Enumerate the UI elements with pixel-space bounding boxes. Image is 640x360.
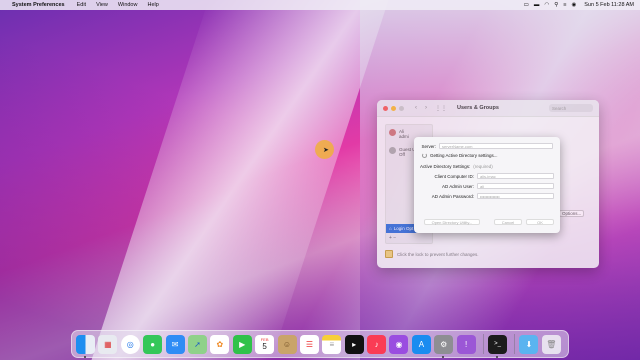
admin-password-row: AD Admin Password: •••••••••••••• — [420, 193, 554, 199]
app-menu[interactable]: System Preferences — [12, 2, 65, 8]
server-input[interactable]: serverName.com — [439, 143, 553, 149]
admin-password-input[interactable]: •••••••••••••• — [477, 193, 554, 199]
menu-view[interactable]: View — [96, 2, 108, 8]
siri-icon[interactable]: ◉ — [571, 2, 576, 8]
screen-mirror-icon[interactable]: ▭ — [524, 2, 529, 8]
search-field[interactable]: Search — [549, 104, 593, 112]
maps-icon[interactable]: ➚ — [187, 334, 207, 354]
client-id-row: Client Computer ID: alis-imac — [420, 173, 554, 179]
dock-separator — [483, 334, 485, 354]
zoom-button[interactable] — [399, 105, 404, 111]
mail-icon[interactable]: ✉ — [165, 334, 185, 354]
menu-edit[interactable]: Edit — [77, 2, 86, 8]
mouse-pointer-icon: ➤ — [323, 147, 329, 154]
window-title: Users & Groups — [457, 105, 499, 111]
terminal-icon[interactable]: >_ — [488, 334, 508, 358]
avatar — [389, 129, 396, 136]
window-toolbar: ‹ › ⋮⋮ Users & Groups Search — [377, 100, 599, 117]
contacts-icon[interactable]: ☺ — [277, 334, 297, 354]
add-remove-buttons[interactable]: + − — [389, 235, 396, 241]
podcasts-icon[interactable]: ◉ — [389, 334, 409, 354]
menu-window[interactable]: Window — [118, 2, 138, 8]
lock-row: Click the lock to prevent further change… — [385, 250, 479, 258]
messages-icon[interactable]: ● — [143, 334, 163, 354]
notes-icon[interactable]: ≡ — [322, 334, 342, 354]
ad-settings-label: Active Directory Settings: — [420, 164, 471, 169]
menu-help[interactable]: Help — [147, 2, 158, 8]
wifi-icon[interactable]: ◠ — [544, 2, 549, 8]
active-directory-sheet: Server: serverName.com Getting Active Di… — [414, 137, 560, 233]
admin-user-input[interactable]: ali — [477, 183, 554, 189]
safari-icon[interactable]: ◎ — [120, 334, 140, 354]
lock-text: Click the lock to prevent further change… — [397, 251, 479, 257]
back-icon[interactable]: ‹ — [415, 105, 417, 111]
admin-password-label: AD Admin Password: — [431, 193, 474, 199]
client-id-label: Client Computer ID: — [434, 173, 474, 179]
system-preferences-icon[interactable]: ⚙ — [434, 334, 454, 358]
battery-icon[interactable]: ▬ — [534, 2, 540, 8]
lock-icon[interactable] — [385, 250, 393, 258]
grid-icon[interactable]: ⋮⋮ — [435, 105, 447, 112]
control-center-icon[interactable]: ≡ — [563, 2, 566, 8]
search-icon[interactable]: ⚲ — [554, 2, 558, 8]
server-row: Server: serverName.com — [420, 143, 553, 149]
dock: ▦ ◎ ● ✉ ➚ ✿ ▶ FEB 5 ☺ ☰ ≡ ▸ ♪ ◉ A ⚙ ! >_… — [71, 330, 569, 358]
options-button[interactable]: Options... — [559, 210, 585, 217]
app-store-icon[interactable]: A — [411, 334, 431, 354]
status-text: Getting Active Directory settings... — [430, 153, 498, 158]
dock-separator — [514, 334, 516, 354]
music-icon[interactable]: ♪ — [367, 334, 387, 354]
forward-icon[interactable]: › — [425, 105, 427, 111]
clock[interactable]: Sun 5 Feb 11:28 AM — [584, 2, 634, 8]
open-directory-utility-button[interactable]: Open Directory Utility... — [424, 219, 480, 225]
ad-settings-value: (required) — [473, 164, 493, 169]
finder-icon[interactable] — [76, 334, 95, 358]
feedback-assistant-icon[interactable]: ! — [456, 334, 476, 354]
server-label: Server: — [421, 143, 436, 149]
admin-user-label: AD Admin User: — [441, 183, 474, 189]
menu-bar: System Preferences Edit View Window Help… — [0, 0, 640, 10]
facetime-icon[interactable]: ▶ — [232, 334, 252, 354]
minimize-button[interactable] — [391, 105, 396, 111]
calendar-icon[interactable]: FEB 5 — [255, 334, 275, 354]
ok-button[interactable]: OK — [526, 219, 554, 225]
close-button[interactable] — [383, 105, 388, 111]
launchpad-icon[interactable]: ▦ — [98, 334, 118, 354]
trash-icon[interactable]: 🗑 — [541, 334, 561, 354]
progress-spinner-icon — [422, 153, 427, 158]
admin-user-row: AD Admin User: ali — [420, 183, 554, 189]
downloads-folder-icon[interactable]: ⬇ — [519, 334, 539, 354]
user-label: Ali admi — [399, 129, 409, 139]
client-id-input[interactable]: alis-imac — [477, 173, 554, 179]
cancel-button[interactable]: Cancel — [494, 219, 522, 225]
photos-icon[interactable]: ✿ — [210, 334, 230, 354]
reminders-icon[interactable]: ☰ — [299, 334, 319, 354]
calendar-day: 5 — [262, 342, 267, 351]
tv-icon[interactable]: ▸ — [344, 334, 364, 354]
traffic-lights — [383, 105, 407, 111]
ad-settings-row: Active Directory Settings: (required) — [420, 164, 493, 169]
house-icon: ⌂ — [389, 226, 392, 231]
status-row: Getting Active Directory settings... — [422, 153, 498, 158]
avatar — [389, 147, 396, 154]
